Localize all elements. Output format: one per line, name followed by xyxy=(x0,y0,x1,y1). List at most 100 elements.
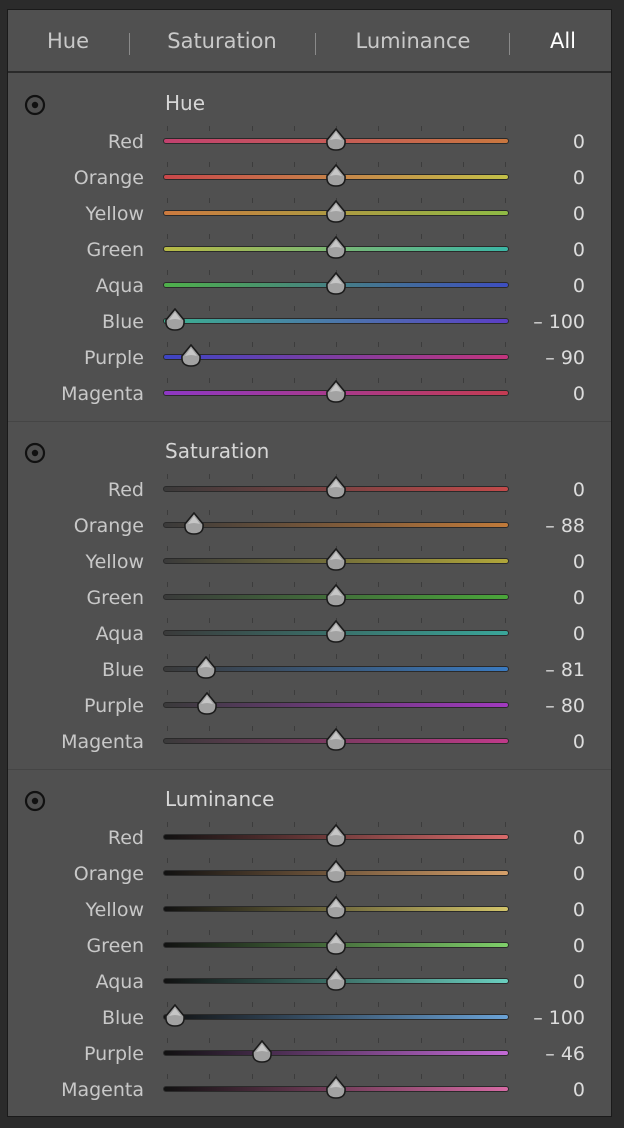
slider-row-orange: Orange 0 xyxy=(8,160,611,196)
slider-track[interactable] xyxy=(163,1014,509,1020)
slider-label: Blue xyxy=(101,1007,144,1029)
slider-tick xyxy=(252,378,253,383)
slider-value[interactable]: 0 xyxy=(573,268,585,304)
slider-tick xyxy=(463,930,464,935)
slider-value[interactable]: 0 xyxy=(573,124,585,160)
slider-thumb[interactable] xyxy=(164,1003,186,1028)
slider-tick xyxy=(505,726,506,731)
slider-tick xyxy=(167,342,168,347)
slider-thumb[interactable] xyxy=(183,511,205,536)
slider-thumb[interactable] xyxy=(251,1039,273,1064)
slider-tick xyxy=(167,894,168,899)
slider-tick xyxy=(378,198,379,203)
slider-tick xyxy=(209,342,210,347)
slider-thumb[interactable] xyxy=(325,727,347,752)
slider-tick xyxy=(378,654,379,659)
slider-tick xyxy=(252,342,253,347)
slider-thumb[interactable] xyxy=(325,271,347,296)
slider-row-aqua: Aqua 0 xyxy=(8,616,611,652)
tab-luminance[interactable]: Luminance xyxy=(343,10,483,72)
slider-tick xyxy=(421,822,422,827)
slider-tick xyxy=(294,654,295,659)
slider-thumb[interactable] xyxy=(325,379,347,404)
slider-value[interactable]: – 46 xyxy=(545,1036,585,1072)
slider-value[interactable]: 0 xyxy=(573,580,585,616)
slider-value[interactable]: 0 xyxy=(573,964,585,1000)
slider-thumb[interactable] xyxy=(196,691,218,716)
slider-tick xyxy=(421,1074,422,1079)
slider-value[interactable]: 0 xyxy=(573,472,585,508)
slider-tick xyxy=(294,1074,295,1079)
slider-value[interactable]: – 80 xyxy=(545,688,585,724)
slider-value[interactable]: – 90 xyxy=(545,340,585,376)
target-adjustment-icon[interactable] xyxy=(24,790,46,812)
slider-label: Blue xyxy=(101,311,144,333)
slider-value[interactable]: 0 xyxy=(573,820,585,856)
slider-value[interactable]: 0 xyxy=(573,724,585,760)
slider-tick xyxy=(421,582,422,587)
slider-value[interactable]: – 81 xyxy=(545,652,585,688)
slider-tick xyxy=(209,1074,210,1079)
slider-thumb[interactable] xyxy=(325,163,347,188)
slider-tick xyxy=(421,966,422,971)
slider-tick xyxy=(167,618,168,623)
slider-value[interactable]: 0 xyxy=(573,160,585,196)
hsl-tab-bar: Hue Saturation Luminance All xyxy=(8,10,611,73)
slider-tick xyxy=(505,342,506,347)
slider-track[interactable] xyxy=(163,522,509,528)
slider-tick xyxy=(463,306,464,311)
slider-thumb[interactable] xyxy=(180,343,202,368)
slider-thumb[interactable] xyxy=(325,619,347,644)
target-adjustment-icon[interactable] xyxy=(24,94,46,116)
slider-value[interactable]: 0 xyxy=(573,232,585,268)
slider-thumb[interactable] xyxy=(325,235,347,260)
tab-separator xyxy=(315,33,316,55)
slider-thumb[interactable] xyxy=(325,1075,347,1100)
slider-value[interactable]: 0 xyxy=(573,928,585,964)
slider-value[interactable]: 0 xyxy=(573,544,585,580)
slider-thumb[interactable] xyxy=(325,895,347,920)
slider-thumb[interactable] xyxy=(325,127,347,152)
slider-row-yellow: Yellow 0 xyxy=(8,544,611,580)
slider-thumb[interactable] xyxy=(325,823,347,848)
target-adjustment-icon[interactable] xyxy=(24,442,46,464)
slider-tick xyxy=(378,690,379,695)
slider-value[interactable]: 0 xyxy=(573,1072,585,1108)
slider-thumb[interactable] xyxy=(325,859,347,884)
tab-saturation[interactable]: Saturation xyxy=(154,10,290,72)
slider-track[interactable] xyxy=(163,354,509,360)
slider-value[interactable]: – 100 xyxy=(533,304,585,340)
tab-hue[interactable]: Hue xyxy=(28,10,108,72)
slider-tick xyxy=(463,1002,464,1007)
slider-thumb[interactable] xyxy=(325,931,347,956)
slider-tick xyxy=(167,474,168,479)
slider-thumb[interactable] xyxy=(325,967,347,992)
slider-tick xyxy=(378,162,379,167)
slider-tick xyxy=(463,726,464,731)
slider-value[interactable]: – 100 xyxy=(533,1000,585,1036)
slider-value[interactable]: 0 xyxy=(573,376,585,412)
slider-thumb[interactable] xyxy=(325,583,347,608)
slider-thumb[interactable] xyxy=(325,475,347,500)
slider-tick xyxy=(463,654,464,659)
slider-tick xyxy=(209,126,210,131)
slider-tick xyxy=(505,822,506,827)
slider-thumb[interactable] xyxy=(325,199,347,224)
slider-value[interactable]: 0 xyxy=(573,892,585,928)
slider-thumb[interactable] xyxy=(164,307,186,332)
tab-all[interactable]: All xyxy=(533,10,593,72)
slider-track[interactable] xyxy=(163,318,509,324)
slider-tick xyxy=(209,546,210,551)
slider-tick xyxy=(378,474,379,479)
slider-tick xyxy=(505,306,506,311)
slider-value[interactable]: 0 xyxy=(573,196,585,232)
slider-value[interactable]: 0 xyxy=(573,616,585,652)
slider-tick xyxy=(421,654,422,659)
slider-track[interactable] xyxy=(163,1050,509,1056)
slider-value[interactable]: – 88 xyxy=(545,508,585,544)
slider-tick xyxy=(463,582,464,587)
section-title: Saturation xyxy=(165,439,270,463)
slider-thumb[interactable] xyxy=(195,655,217,680)
slider-thumb[interactable] xyxy=(325,547,347,572)
slider-value[interactable]: 0 xyxy=(573,856,585,892)
